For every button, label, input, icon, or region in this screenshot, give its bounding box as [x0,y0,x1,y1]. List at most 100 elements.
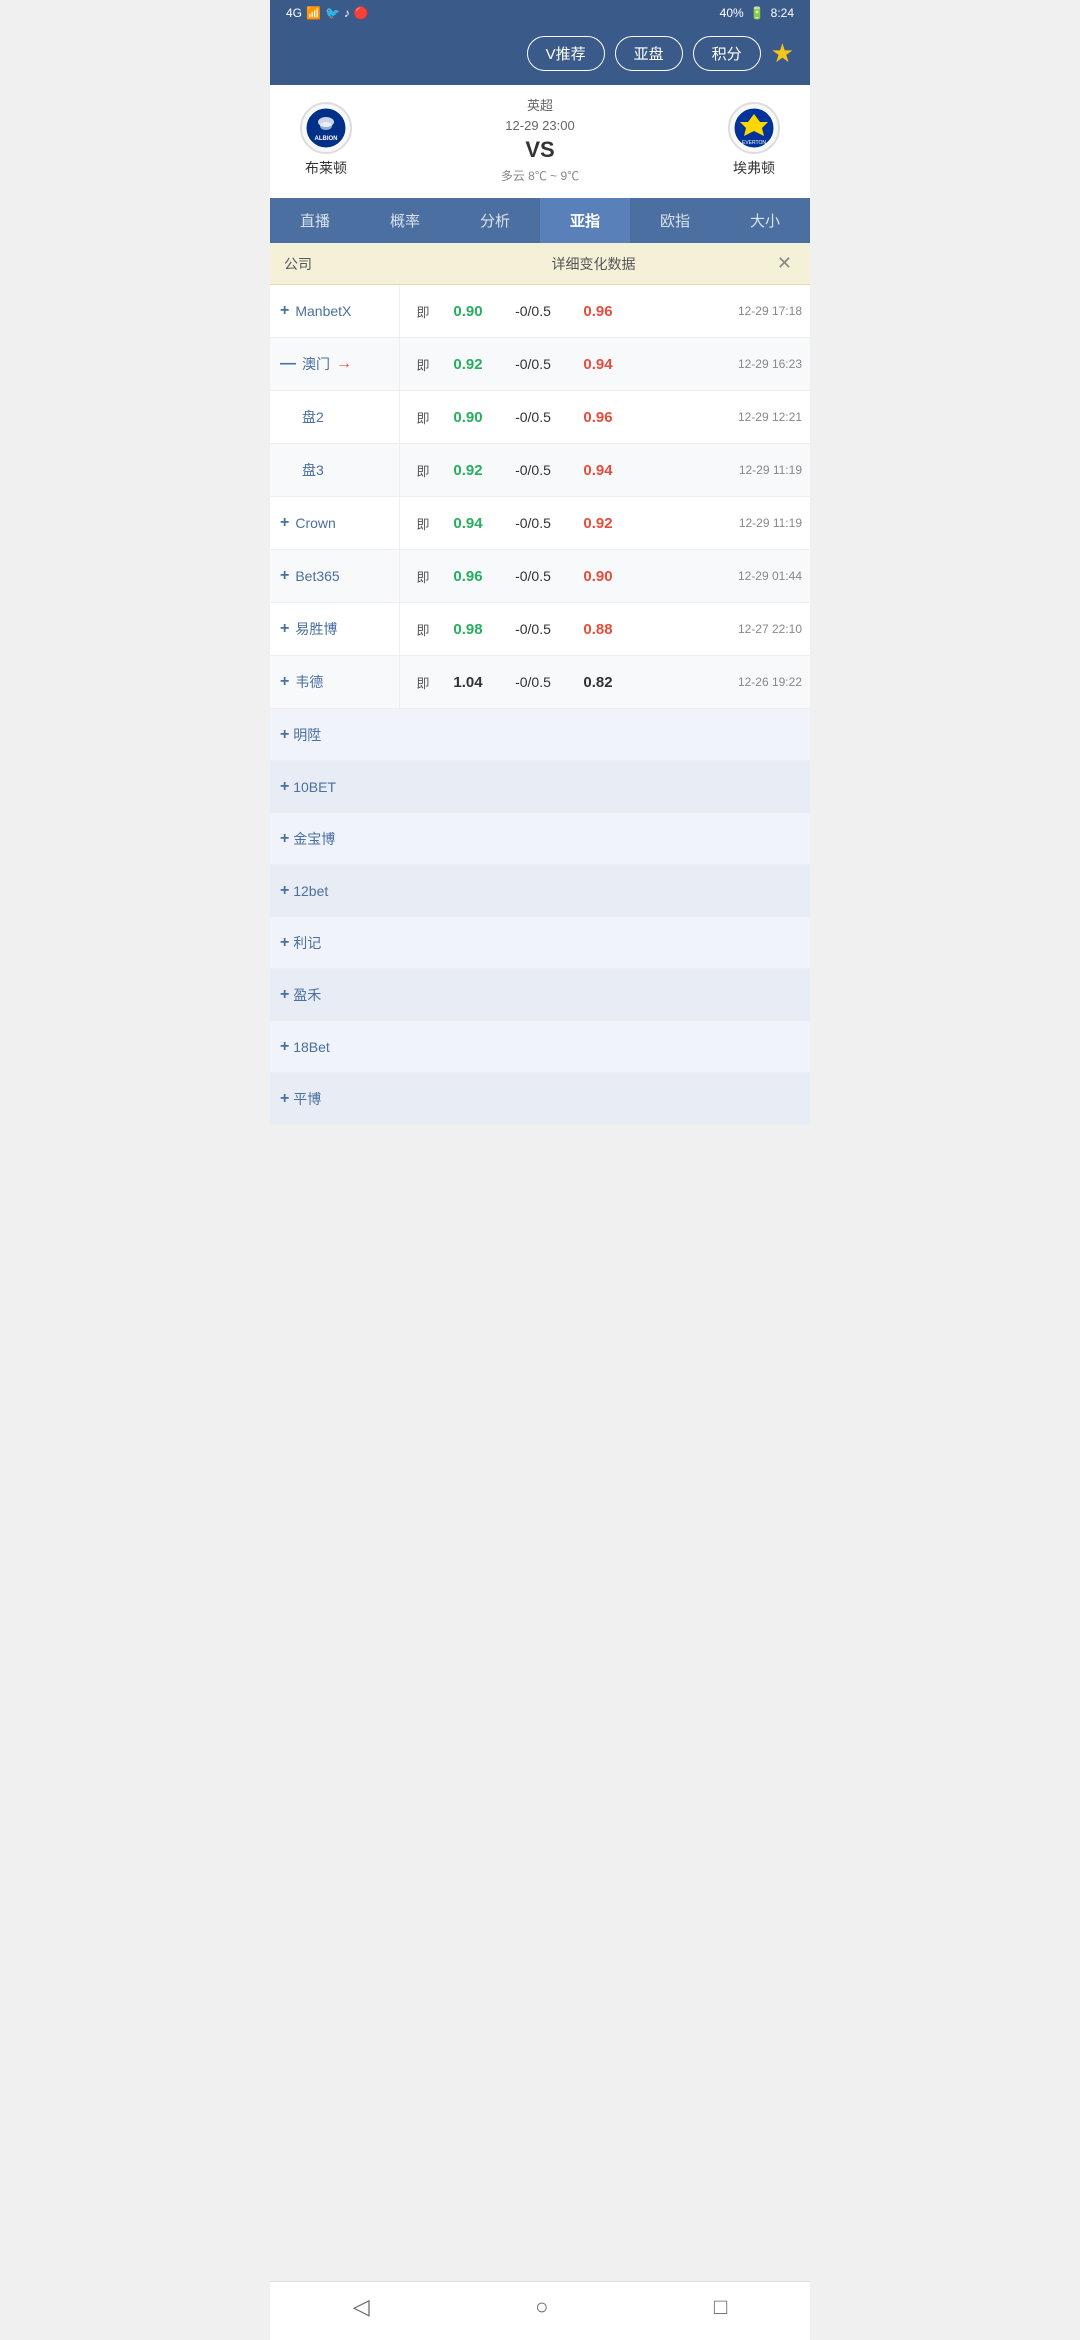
table-row: + Bet365 即 0.96 -0/0.5 0.90 12-29 01:44 [270,550,810,603]
svg-text:ALBION: ALBION [315,136,338,142]
v-recommend-button[interactable]: V推荐 [527,36,605,71]
plus-icon: + [280,514,289,532]
company-name: 10BET [293,779,336,795]
company-name: 利记 [293,933,321,953]
time-value: 12-29 01:44 [628,569,802,583]
company-name: 12bet [293,883,328,899]
plus-icon: + [280,830,289,848]
odds1-value: 0.92 [438,462,498,479]
tab-size[interactable]: 大小 [720,198,810,243]
header: V推荐 亚盘 积分 ★ [270,26,810,85]
table-row: — 澳门 → 即 0.92 -0/0.5 0.94 12-29 16:23 [270,338,810,391]
status-bar: 4G 📶 🐦 ♪ 🔴 40% 🔋 8:24 [270,0,810,26]
company-cell[interactable]: — 澳门 → [270,338,400,390]
odds1-value: 1.04 [438,674,498,691]
match-league: 英超 [527,95,553,114]
battery-label: 40% [720,6,744,20]
time-value: 12-29 16:23 [628,357,802,371]
row-data: 即 0.92 -0/0.5 0.94 12-29 11:19 [400,449,810,492]
tab-odds[interactable]: 概率 [360,198,450,243]
handicap-value: -0/0.5 [498,621,568,637]
company-cell[interactable]: 盘2 [270,391,400,443]
company-cell[interactable]: + Bet365 [270,550,400,602]
plus-icon: + [280,567,289,585]
standings-button[interactable]: 积分 [693,36,761,71]
odds2-value: 0.96 [568,303,628,320]
match-weather: 多云 8℃ ~ 9℃ [501,167,579,184]
plus-icon: + [280,726,289,744]
company-cell[interactable]: + ManbetX [270,285,400,337]
list-item[interactable]: + 18Bet [270,1021,810,1073]
home-team: ALBION 布莱顿 [286,102,366,178]
list-item[interactable]: + 明陞 [270,709,810,761]
company-name: 盘2 [280,407,324,427]
list-item[interactable]: + 12bet [270,865,810,917]
odds1-value: 0.92 [438,356,498,373]
match-info: ALBION 布莱顿 英超 12-29 23:00 VS 多云 8℃ ~ 9℃ … [270,85,810,198]
list-item[interactable]: + 盈禾 [270,969,810,1021]
data-table: + ManbetX 即 0.90 -0/0.5 0.96 12-29 17:18… [270,285,810,709]
row-data: 即 0.94 -0/0.5 0.92 12-29 11:19 [400,502,810,545]
list-item[interactable]: + 10BET [270,761,810,813]
tab-live[interactable]: 直播 [270,198,360,243]
company-cell[interactable]: + 韦德 [270,656,400,708]
time-value: 12-26 19:22 [628,675,802,689]
recent-apps-button[interactable]: □ [714,2294,727,2320]
list-item[interactable]: + 利记 [270,917,810,969]
company-cell[interactable]: 盘3 [270,444,400,496]
plus-icon: + [280,934,289,952]
plus-icon: + [280,673,289,691]
company-cell[interactable]: + 易胜博 [270,603,400,655]
handicap-value: -0/0.5 [498,356,568,372]
list-item[interactable]: + 金宝博 [270,813,810,865]
company-cell[interactable]: + Crown [270,497,400,549]
away-team-logo: EVERTON [728,102,780,154]
row-data: 即 0.98 -0/0.5 0.88 12-27 22:10 [400,608,810,651]
away-team: EVERTON 埃弗顿 [714,102,794,178]
back-button[interactable]: ◁ [353,2294,370,2320]
detail-column-header: 详细变化数据 [414,254,773,274]
time-value: 12-29 17:18 [628,304,802,318]
company-name: 明陞 [293,725,321,745]
table-header: 公司 详细变化数据 ✕ [270,243,810,285]
odds2-value: 0.96 [568,409,628,426]
company-name: Bet365 [295,568,339,584]
odds1-value: 0.94 [438,515,498,532]
row-data: 即 0.92 -0/0.5 0.94 12-29 16:23 [400,343,810,386]
favorite-button[interactable]: ★ [771,38,794,69]
tab-euro-index[interactable]: 欧指 [630,198,720,243]
odds1-value: 0.98 [438,621,498,638]
wifi-icon: 📶 [306,6,321,20]
table-row: + 韦德 即 1.04 -0/0.5 0.82 12-26 19:22 [270,656,810,709]
plus-icon: + [280,302,289,320]
status-left: 4G 📶 🐦 ♪ 🔴 [286,6,369,20]
company-name: 澳门 [302,354,330,374]
company-name: 盈禾 [293,985,321,1005]
ji-label: 即 [408,514,438,533]
time-value: 12-29 11:19 [628,463,802,477]
ji-label: 即 [408,673,438,692]
ji-label: 即 [408,567,438,586]
svg-text:EVERTON: EVERTON [742,140,766,146]
close-detail-button[interactable]: ✕ [773,253,796,274]
list-item[interactable]: + 平博 [270,1073,810,1125]
time-value: 12-29 11:19 [628,516,802,530]
table-row: + ManbetX 即 0.90 -0/0.5 0.96 12-29 17:18 [270,285,810,338]
match-datetime: 12-29 23:00 [505,118,574,133]
app-icon1: 🐦 [325,6,340,20]
row-data: 即 0.96 -0/0.5 0.90 12-29 01:44 [400,555,810,598]
home-button[interactable]: ○ [535,2294,548,2320]
company-name: 盘3 [280,460,324,480]
handicap-value: -0/0.5 [498,303,568,319]
handicap-value: -0/0.5 [498,462,568,478]
tab-analysis[interactable]: 分析 [450,198,540,243]
asian-handicap-button[interactable]: 亚盘 [615,36,683,71]
company-name: 18Bet [293,1039,330,1055]
company-list: + 明陞 + 10BET + 金宝博 + 12bet + 利记 + 盈禾 + 1… [270,709,810,1125]
odds2-value: 0.88 [568,621,628,638]
tab-asian-index[interactable]: 亚指 [540,198,630,243]
signal-icon: 4G [286,6,302,20]
odds2-value: 0.94 [568,356,628,373]
company-name: Crown [295,515,335,531]
odds2-value: 0.82 [568,674,628,691]
